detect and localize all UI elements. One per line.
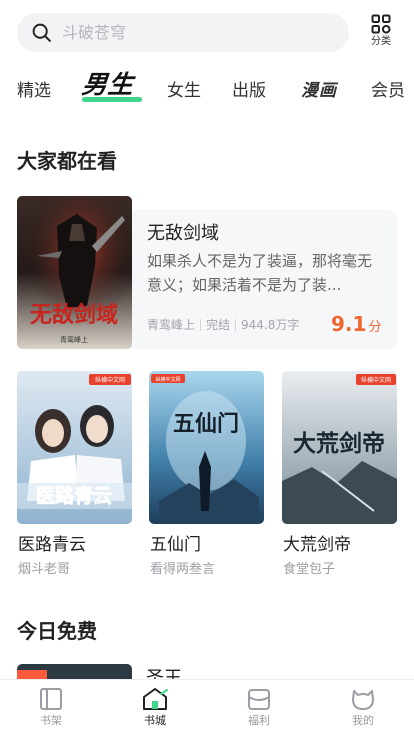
nav-bookstore[interactable]: 书城 (125, 686, 185, 734)
tab-manga[interactable]: 漫画 (301, 78, 337, 104)
meta-divider (235, 319, 237, 331)
featured-book-cover[interactable]: 无敌剑域 青鸾峰上 (17, 196, 132, 349)
book-item[interactable]: 纵横中文网 大荒剑帝 大荒剑帝 食堂包子 (282, 371, 397, 586)
gift-icon (248, 689, 270, 710)
category-button[interactable]: 分类 (362, 14, 400, 54)
svg-text:五仙门: 五仙门 (173, 411, 239, 437)
score-unit: 分 (368, 320, 382, 335)
nav-label: 我的 (352, 714, 374, 727)
nav-profile[interactable]: 我的 (333, 686, 393, 734)
tab-vip[interactable]: 会员 (371, 78, 405, 104)
bookstore-icon (143, 688, 168, 710)
book-author: 烟斗老哥 (18, 562, 71, 577)
book-cover[interactable]: 纵横中文网 医路青云 (17, 371, 132, 524)
book-cover[interactable]: 纵横中文网 五仙门 (149, 371, 264, 524)
profile-icon (352, 690, 374, 710)
featured-book-author: 青鸾峰上 (147, 318, 196, 332)
nav-label: 书架 (40, 714, 62, 727)
search-icon (32, 23, 51, 42)
svg-text:纵横中文网: 纵横中文网 (155, 376, 180, 383)
score-value: 9.1 (331, 312, 367, 336)
search-placeholder: 斗破苍穹 (62, 23, 127, 42)
nav-welfare[interactable]: 福利 (229, 686, 289, 734)
book-author: 食堂包子 (283, 562, 336, 577)
grid-icon (371, 14, 391, 34)
book-title: 大荒剑帝 (283, 535, 351, 555)
tab-publish[interactable]: 出版 (232, 78, 266, 104)
book-grid: 纵横中文网 医路青云 医路青云 烟斗老哥 纵横中文网 五仙门 五仙门 看得两叁言… (17, 371, 397, 586)
book-title: 医路青云 (18, 535, 86, 555)
svg-text:青鸾峰上: 青鸾峰上 (60, 335, 88, 344)
book-cover[interactable]: 纵横中文网 大荒剑帝 (282, 371, 397, 524)
nav-label: 书城 (144, 714, 166, 727)
featured-book-meta: 青鸾峰上 完结 944.8万字 (147, 317, 299, 333)
featured-book-title: 无敌剑域 (147, 223, 219, 244)
svg-text:无敌剑域: 无敌剑域 (30, 302, 118, 328)
search-bar[interactable]: 斗破苍穹 (17, 13, 349, 52)
category-label: 分类 (371, 36, 391, 47)
nav-label: 福利 (248, 714, 270, 727)
featured-book-score: 9.1 分 (331, 312, 381, 336)
section-title-free-today: 今日免费 (17, 619, 97, 643)
section-title-popular: 大家都在看 (17, 149, 117, 173)
svg-text:医路青云: 医路青云 (36, 484, 112, 507)
free-book-cover[interactable] (17, 664, 132, 680)
svg-text:纵横中文网: 纵横中文网 (95, 376, 125, 384)
channel-tabs: 精选 男生 女生 出版 漫画 会员 (0, 68, 414, 116)
tab-featured[interactable]: 精选 (17, 78, 51, 104)
svg-text:纵横中文网: 纵横中文网 (361, 376, 391, 384)
featured-book-word-count: 944.8万字 (241, 318, 300, 332)
book-item[interactable]: 纵横中文网 五仙门 五仙门 看得两叁言 (149, 371, 264, 586)
featured-book-description: 如果杀人不是为了装逼，那将毫无意义；如果活着不是为了装... (147, 252, 373, 294)
tab-male[interactable]: 男生 (81, 70, 136, 99)
tab-female[interactable]: 女生 (167, 78, 201, 104)
svg-text:大荒剑帝: 大荒剑帝 (293, 430, 385, 457)
meta-divider (200, 319, 202, 331)
bottom-nav: 书架 书城 福利 我的 (0, 679, 414, 736)
book-item[interactable]: 纵横中文网 医路青云 医路青云 烟斗老哥 (17, 371, 132, 586)
nav-bookshelf[interactable]: 书架 (21, 686, 81, 734)
search-row: 斗破苍穹 分类 (0, 0, 414, 64)
featured-book-status: 完结 (206, 318, 231, 332)
featured-book-card[interactable]: 无敌剑域 青鸾峰上 无敌剑域 如果杀人不是为了装逼，那将毫无意义；如果活着不是为… (17, 196, 397, 349)
bookshelf-icon (40, 688, 62, 710)
book-title: 五仙门 (150, 535, 201, 555)
active-tab-indicator (82, 97, 142, 102)
book-author: 看得两叁言 (150, 562, 216, 577)
